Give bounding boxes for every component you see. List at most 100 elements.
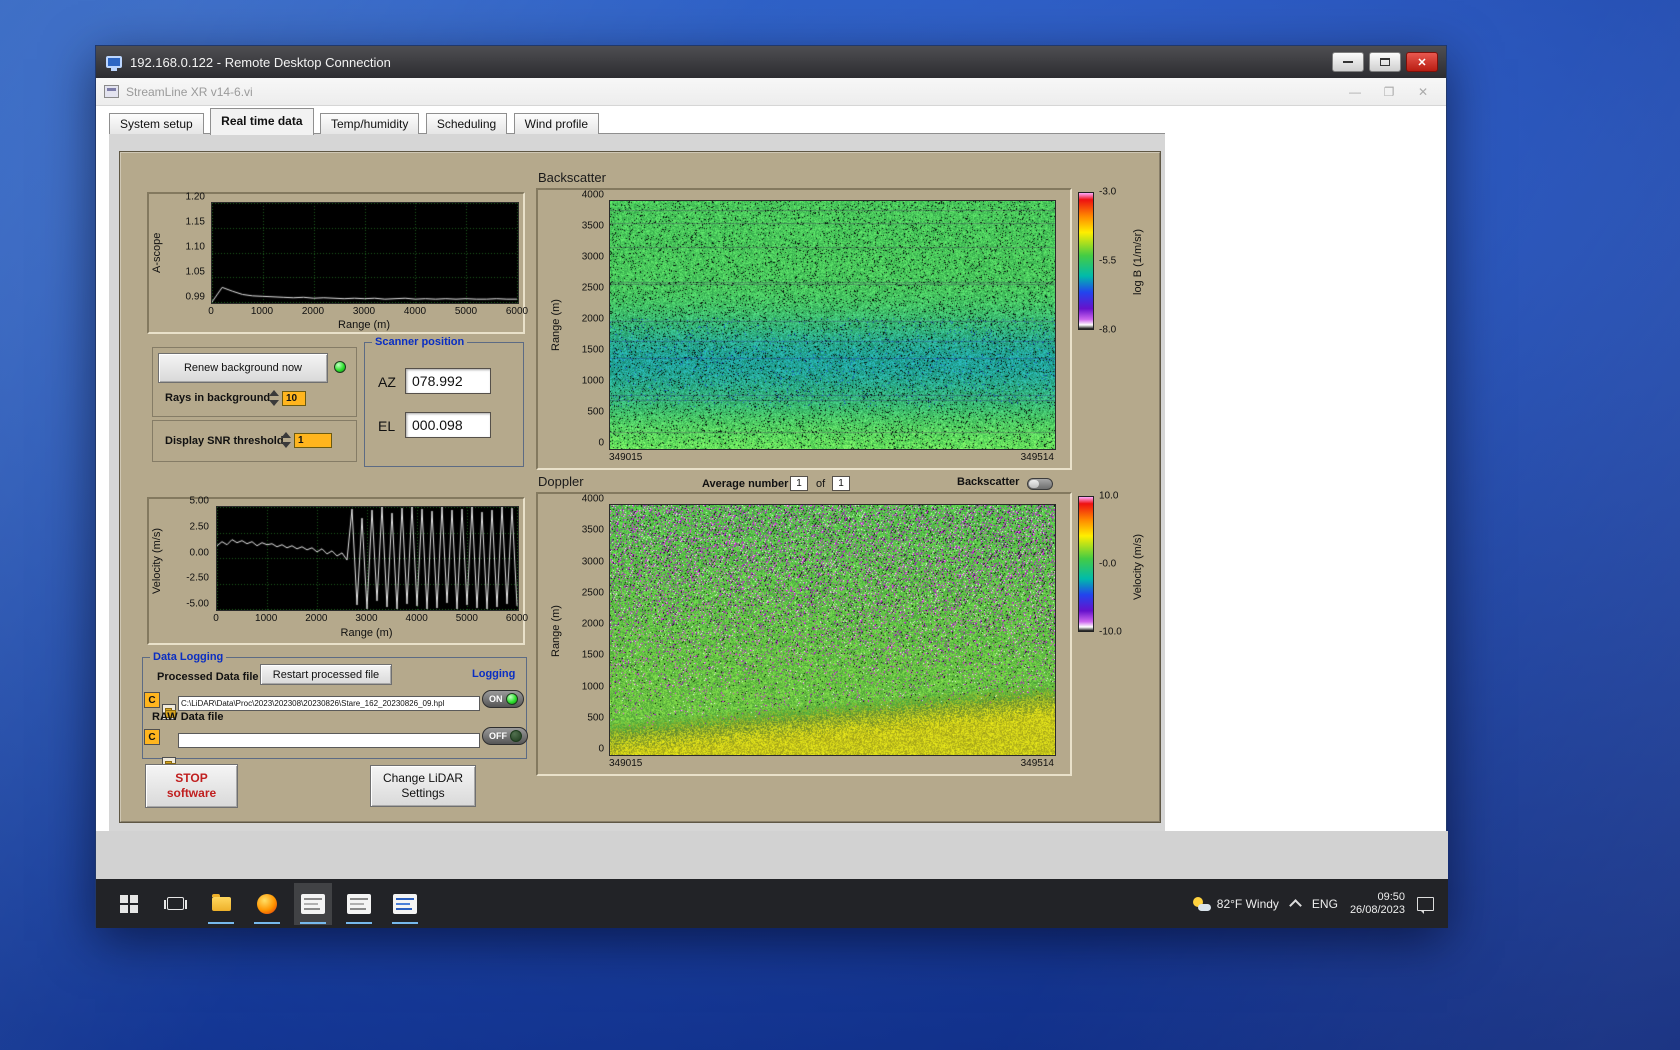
desktop-background: 192.168.0.122 - Remote Desktop Connectio… [0,0,1680,1050]
background-led [334,361,346,373]
rdp-titlebar[interactable]: 192.168.0.122 - Remote Desktop Connectio… [96,46,1446,78]
backscatter-ylabel: Range (m) [550,299,562,351]
stop-software-button[interactable]: STOP software [145,764,238,808]
app-titlebar[interactable]: StreamLine XR v14-6.vi — ❐ ✕ [96,78,1446,106]
file-explorer-button[interactable] [202,883,240,925]
restart-processed-file-button[interactable]: Restart processed file [260,664,392,685]
average-number-field[interactable]: 1 [790,476,808,491]
snr-threshold-label: Display SNR threshold [165,435,284,447]
streamline-app-button[interactable] [294,882,332,925]
notification-center-icon[interactable] [1417,896,1434,914]
rays-spinner[interactable] [268,390,279,406]
processed-path-input[interactable] [178,696,480,711]
start-button[interactable] [110,883,148,925]
doppler-colorbar-ticks: 10.0 -0.0 -10.0 [1099,490,1122,638]
of-count-value: 1 [838,478,844,489]
renew-background-label: Renew background now [183,362,303,374]
doppler-heatmap-canvas [609,504,1056,756]
rays-value: 10 [286,393,298,404]
el-label: EL [378,418,396,434]
running-indicator [208,921,234,924]
folder-icon [211,893,231,911]
raw-logging-led [510,730,522,742]
restart-processed-file-label: Restart processed file [272,668,380,681]
rdp-close-button[interactable]: ✕ [1406,52,1438,72]
doppler-colorbar [1078,496,1094,632]
tab-real-time-data[interactable]: Real time data [210,108,314,135]
scan-scheduler-app-button[interactable] [340,883,378,925]
tab-system-setup[interactable]: System setup [109,113,204,135]
spinner-up-icon[interactable] [268,390,279,396]
rdp-client-area: StreamLine XR v14-6.vi — ❐ ✕ System setu… [96,78,1448,928]
tab-temp-humidity[interactable]: Temp/humidity [319,113,420,135]
spinner-down-icon[interactable] [280,442,291,448]
main-panel: A-scope 1.20 1.15 1.10 1.05 0.99 0 1000 2000 30… [119,151,1161,823]
velocity-plot-canvas [216,506,519,611]
snr-value-field[interactable]: 1 [294,433,332,448]
rays-value-field[interactable]: 10 [282,391,306,406]
raw-path-input[interactable] [178,733,480,748]
stop-label-line1: STOP [175,771,208,785]
of-count-field[interactable]: 1 [832,476,850,491]
app-close-button[interactable]: ✕ [1406,78,1440,106]
doppler-yticks: 4000 3500 3000 2500 2000 1500 1000 500 0 [581,493,604,755]
firefox-button[interactable] [248,883,286,925]
tab-scheduling[interactable]: Scheduling [425,113,508,135]
change-lidar-settings-button[interactable]: Change LiDAR Settings [370,765,476,807]
velocity-xticks: 0 1000 2000 3000 4000 5000 6000 [213,613,529,624]
processed-logging-switch[interactable]: ON [482,690,524,708]
app-maximize-button[interactable]: ❐ [1372,78,1406,106]
running-indicator [254,921,280,924]
ascope-group: A-scope 1.20 1.15 1.10 1.05 0.99 0 1000 2000 30… [147,192,528,334]
toggle-knob [1029,480,1039,488]
el-value-field[interactable]: 000.098 [405,412,491,438]
app-vi-icon [104,85,119,98]
settings-label-line2: Settings [401,786,445,800]
snr-spinner[interactable] [280,432,291,448]
spinner-up-icon[interactable] [280,432,291,438]
el-value: 000.098 [412,417,463,433]
doppler-ylabel: Range (m) [550,605,562,657]
language-indicator[interactable]: ENG [1312,897,1338,911]
tab-wind-profile[interactable]: Wind profile [513,113,600,135]
az-value: 078.992 [412,373,463,389]
minimize-icon [1343,61,1353,63]
scan-scheduler-app-icon [347,893,371,914]
app-minimize-button[interactable]: — [1338,78,1372,106]
weather-widget[interactable]: 82°F Windy [1192,896,1279,911]
processed-drive-box[interactable]: C [144,692,160,708]
logging-label: Logging [472,668,516,680]
backscatter-colorbar-ticks: -3.0 -5.5 -8.0 [1099,186,1117,336]
vi-front-panel: A-scope 1.20 1.15 1.10 1.05 0.99 0 1000 2000 30… [109,134,1165,831]
rdp-minimize-button[interactable] [1332,52,1364,72]
tray-chevron-icon[interactable] [1289,899,1302,912]
settings-label-line1: Change LiDAR [382,771,464,785]
raw-data-file-label: RAW Data file [152,711,224,723]
weather-icon [1192,896,1211,911]
average-number-value: 1 [796,478,802,489]
raw-logging-switch[interactable]: OFF [482,727,528,745]
backscatter-xticks: 349015 349514 [609,452,1054,463]
spinner-down-icon[interactable] [268,400,279,406]
taskbar-clock[interactable]: 09:50 26/08/2023 [1350,891,1405,917]
stop-label-line2: software [166,786,217,800]
renew-background-button[interactable]: Renew background now [158,353,328,383]
backscatter-display-toggle[interactable] [1027,478,1053,490]
backscatter-toggle-label: Backscatter [957,476,1020,488]
rdp-title: 192.168.0.122 - Remote Desktop Connectio… [130,54,391,70]
velocity-yticks: 5.00 2.50 0.00 -2.50 -5.00 [186,495,209,610]
processed-data-file-label: Processed Data file [157,671,259,683]
scanner-position-title: Scanner position [372,336,468,348]
data-viewer-app-button[interactable] [386,883,424,925]
raw-drive-box[interactable]: C [144,729,160,745]
average-number-label: Average number [702,478,789,490]
backscatter-yticks: 4000 3500 3000 2500 2000 1500 1000 500 0 [581,189,604,449]
running-indicator [300,921,326,924]
velocity-ylabel: Velocity (m/s) [151,528,163,595]
az-value-field[interactable]: 078.992 [405,368,491,394]
rdp-maximize-button[interactable] [1369,52,1401,72]
task-view-button[interactable] [156,883,194,925]
close-icon: ✕ [1417,56,1427,69]
scanner-position-group [364,342,524,467]
doppler-heading: Doppler [538,474,584,489]
